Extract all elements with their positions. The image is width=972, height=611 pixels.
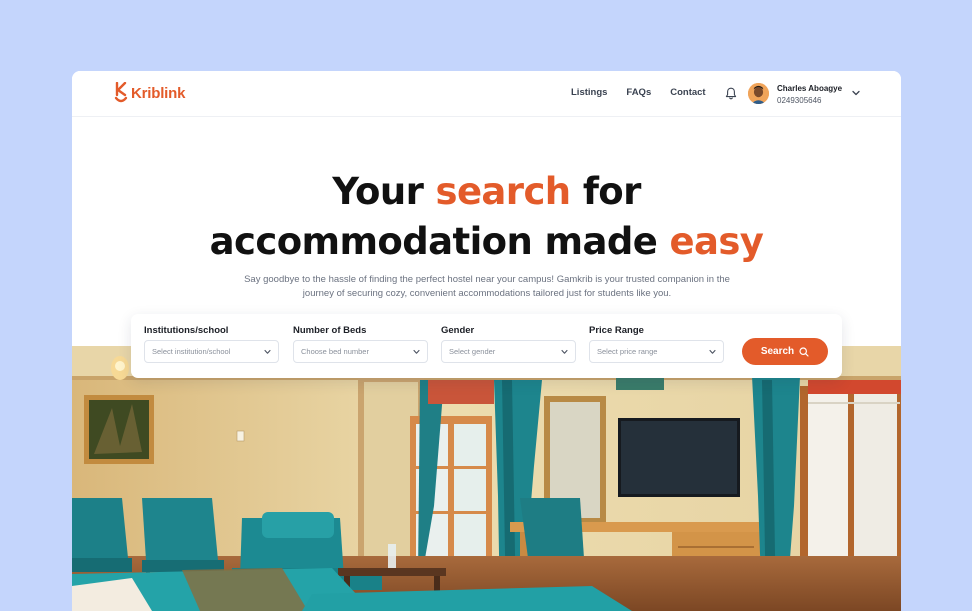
- avatar[interactable]: [748, 83, 769, 104]
- chevron-down-icon: [709, 349, 716, 354]
- nav-link-listings[interactable]: Listings: [571, 87, 607, 98]
- beds-label: Number of Beds: [293, 325, 367, 336]
- institution-label: Institutions/school: [144, 325, 229, 336]
- chevron-down-icon[interactable]: [852, 90, 860, 96]
- hero-heading: Your search for accommodation made easy: [72, 167, 901, 267]
- beds-select[interactable]: Choose bed number: [293, 340, 428, 363]
- hero-heading-part: for: [570, 170, 642, 213]
- beds-field: Number of Beds Choose bed number: [293, 325, 428, 363]
- gender-label: Gender: [441, 325, 475, 336]
- avatar-image: [748, 83, 769, 104]
- hero-heading-accent: easy: [669, 220, 764, 263]
- institution-placeholder: Select institution/school: [152, 347, 231, 356]
- gender-field: Gender Select gender: [441, 325, 576, 363]
- brand-name: Kriblink: [131, 84, 186, 102]
- chevron-down-icon: [413, 349, 420, 354]
- chevron-down-icon: [264, 349, 271, 354]
- price-range-field: Price Range Select price range: [589, 325, 724, 363]
- search-button-label: Search: [760, 346, 795, 357]
- nav-link-faqs[interactable]: FAQs: [626, 87, 651, 98]
- price-range-label: Price Range: [589, 325, 644, 336]
- hero-heading-part: Your: [332, 170, 436, 213]
- search-icon: [799, 346, 809, 357]
- search-filter-card: Institutions/school Select institution/s…: [131, 314, 842, 378]
- hero-room-photo: [72, 346, 901, 611]
- search-button[interactable]: Search: [742, 338, 828, 365]
- gender-select[interactable]: Select gender: [441, 340, 576, 363]
- institution-field: Institutions/school Select institution/s…: [144, 325, 279, 363]
- brand-logo[interactable]: Kriblink: [114, 82, 185, 104]
- kriblink-logo-icon: [114, 82, 128, 103]
- hero-subtitle: Say goodbye to the hassle of finding the…: [244, 274, 730, 299]
- bell-icon[interactable]: [725, 87, 737, 100]
- top-navigation: Kriblink Listings FAQs Contact Charles A…: [72, 71, 901, 117]
- user-phone: 0249305646: [777, 96, 822, 105]
- hero-heading-part: accommodation made: [209, 220, 670, 263]
- user-name: Charles Aboagye: [777, 84, 843, 93]
- nav-link-contact[interactable]: Contact: [670, 87, 705, 98]
- gender-placeholder: Select gender: [449, 347, 496, 356]
- price-range-placeholder: Select price range: [597, 347, 658, 356]
- chevron-down-icon: [561, 349, 568, 354]
- price-range-select[interactable]: Select price range: [589, 340, 724, 363]
- room-illustration: [72, 346, 901, 611]
- institution-select[interactable]: Select institution/school: [144, 340, 279, 363]
- main-nav: Listings FAQs Contact: [571, 87, 706, 98]
- beds-placeholder: Choose bed number: [301, 347, 369, 356]
- hero-heading-accent: search: [435, 170, 572, 213]
- app-window: Kriblink Listings FAQs Contact Charles A…: [72, 71, 901, 611]
